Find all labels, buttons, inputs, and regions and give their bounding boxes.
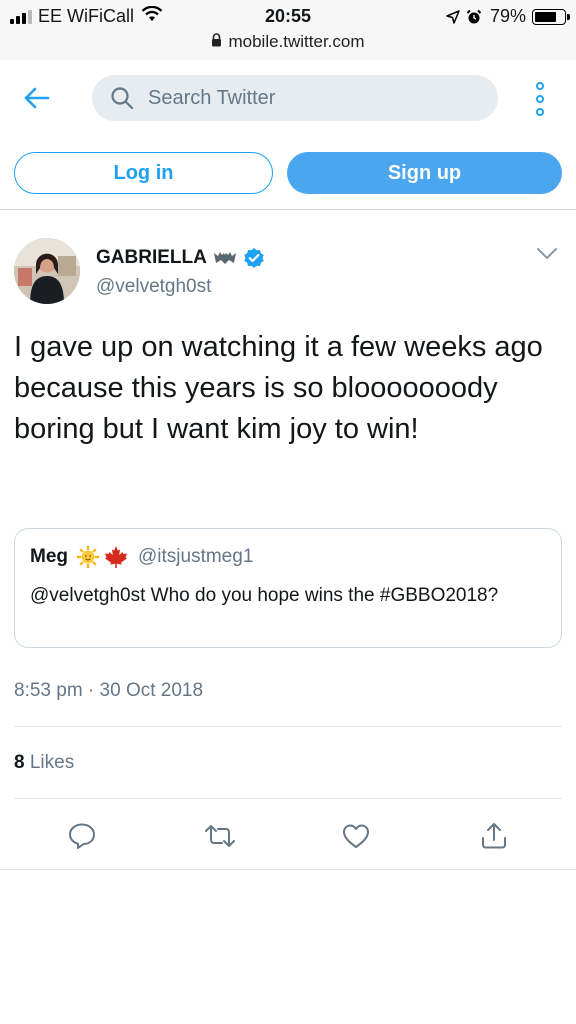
back-arrow-icon[interactable] <box>20 83 54 113</box>
quoted-author-name: Meg <box>30 546 68 567</box>
login-button[interactable]: Log in <box>14 152 273 194</box>
author-name[interactable]: GABRIELLA <box>96 247 265 269</box>
like-icon[interactable] <box>336 816 376 856</box>
tweet-text: I gave up on watching it a few weeks ago… <box>14 331 543 445</box>
reply-icon[interactable] <box>62 816 102 856</box>
status-right: 79% <box>440 6 570 27</box>
chevron-down-icon[interactable] <box>536 247 558 266</box>
status-bar: EE WiFiCall 20:55 mobile.twitter.com 79% <box>0 0 576 60</box>
tweet-timestamp[interactable]: 8:53 pm · 30 Oct 2018 <box>14 680 203 702</box>
likes-label: Likes <box>29 752 75 773</box>
retweet-icon[interactable] <box>200 816 240 856</box>
author-name-text: GABRIELLA <box>96 247 207 268</box>
tweet-actions <box>0 816 576 866</box>
lock-icon <box>211 32 222 52</box>
sun-emoji-icon <box>76 545 100 569</box>
more-options-icon[interactable] <box>529 82 551 116</box>
address-bar[interactable]: mobile.twitter.com <box>0 32 576 52</box>
battery-icon <box>532 8 570 25</box>
divider <box>14 726 562 727</box>
search-box[interactable] <box>92 75 498 121</box>
maple-leaf-emoji-icon <box>104 545 128 569</box>
avatar[interactable] <box>14 238 80 304</box>
alarm-clock-icon <box>460 9 482 25</box>
location-arrow-icon <box>440 9 460 24</box>
bat-emoji-icon <box>207 250 237 266</box>
twitter-header: Log in Sign up <box>0 60 576 210</box>
likes-number: 8 <box>14 752 25 773</box>
divider <box>14 798 562 799</box>
likes-count[interactable]: 8 Likes <box>14 752 74 774</box>
verified-badge-icon <box>237 247 265 269</box>
quoted-tweet-header: Meg @itsjustmeg1 <box>30 545 546 569</box>
quoted-tweet[interactable]: Meg @itsjustmeg1 @velvetgh0st Who do you… <box>14 528 562 648</box>
search-input[interactable] <box>148 86 448 110</box>
quoted-tweet-text: @velvetgh0st Who do you hope wins the #G… <box>30 585 499 606</box>
quoted-author-handle: @itsjustmeg1 <box>138 546 254 567</box>
url-text: mobile.twitter.com <box>228 32 365 51</box>
signup-button[interactable]: Sign up <box>287 152 562 194</box>
battery-percent: 79% <box>489 6 526 26</box>
search-icon <box>110 86 134 110</box>
author-handle[interactable]: @velvetgh0st <box>96 276 211 298</box>
divider <box>0 869 576 870</box>
share-icon[interactable] <box>474 816 514 856</box>
